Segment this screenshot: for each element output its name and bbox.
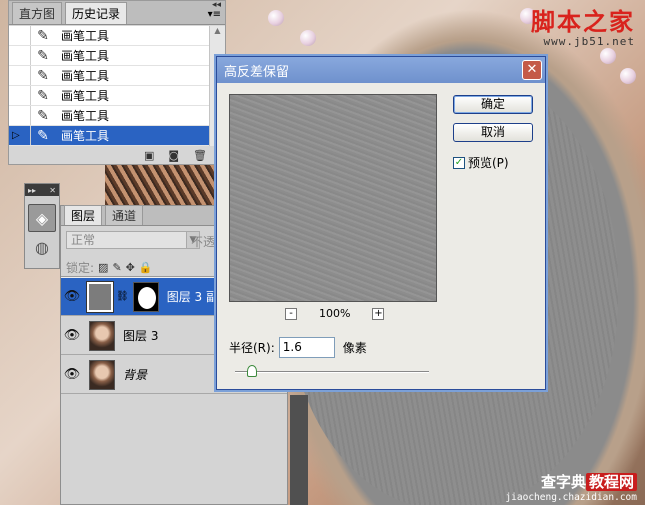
watermark-bottom-url: jiaocheng.chazidian.com [505,492,637,503]
zoom-out-button[interactable]: - [285,307,297,320]
history-item[interactable]: ✎ 画笔工具 [9,26,209,46]
history-list: ✎ 画笔工具 ✎ 画笔工具 ✎ 画笔工具 ✎ 画笔工具 ✎ 画笔工具 ▷ ✎ 画笔工具 [9,26,209,146]
eye-icon[interactable]: 👁 [61,367,83,382]
history-tabs: 直方图 历史记录 ◂◂ ▾≡ [9,0,225,25]
history-item-label: 画笔工具 [61,89,110,103]
opacity-label: 不透 [191,235,216,249]
canvas-shadow [290,395,308,505]
lock-all-icon[interactable]: 🔒 [139,261,153,274]
blend-mode-value: 正常 [71,233,96,247]
dialog-title-bar[interactable]: 高反差保留 ✕ [217,57,545,83]
layer-name: 背景 [123,368,148,382]
close-icon[interactable]: ✕ [49,186,56,195]
history-panel: 直方图 历史记录 ◂◂ ▾≡ ✎ 画笔工具 ✎ 画笔工具 ✎ 画笔工具 ✎ 画笔工具 ✎… [8,0,226,165]
lock-move-icon[interactable]: ✥ [126,261,135,274]
radius-label: 半径(R): [229,341,275,355]
radius-slider[interactable] [235,365,429,377]
history-snapshot-checkbox[interactable] [9,26,31,45]
history-item-selected[interactable]: ▷ ✎ 画笔工具 [9,126,209,146]
snapshot-camera-icon[interactable]: ◙ [168,149,179,162]
history-item[interactable]: ✎ 画笔工具 [9,106,209,126]
trash-icon[interactable]: 🗑 [193,149,207,162]
layer-mask-thumbnail[interactable] [132,281,159,312]
slider-thumb[interactable] [247,365,257,377]
history-snapshot-checkbox[interactable] [9,46,31,65]
preview-checkbox[interactable]: ✓ 预览(P) [453,154,509,171]
radius-input[interactable]: 1.6 [278,337,335,358]
tab-channels[interactable]: 通道 [105,205,144,225]
lock-transparency-icon[interactable]: ▨ [98,261,108,274]
history-snapshot-checkbox[interactable] [9,106,31,125]
history-item-label: 画笔工具 [61,49,110,63]
preview-label: 预览(P) [468,156,509,170]
scroll-up-icon[interactable]: ▲ [210,26,225,40]
history-item-label: 画笔工具 [61,69,110,83]
brush-icon: ✎ [37,47,49,64]
layer-thumbnail[interactable] [86,280,114,313]
new-document-icon[interactable]: ▣ [144,149,154,162]
watermark-title: 脚本之家 [531,7,635,36]
high-pass-dialog: 高反差保留 ✕ - 100% + 确定 取消 ✓ 预览(P) 半径(R): 1.… [216,56,546,390]
tab-history[interactable]: 历史记录 [65,2,128,24]
link-icon[interactable]: ⛓ [116,291,129,302]
filter-preview[interactable] [229,94,437,302]
history-snapshot-checkbox[interactable] [9,86,31,105]
brush-icon: ✎ [37,87,49,104]
history-item[interactable]: ✎ 画笔工具 [9,86,209,106]
pearl-decoration [620,68,636,84]
radius-row: 半径(R): 1.6 像素 [229,337,367,358]
watermark-bottom: 查字典 教程网 jiaocheng.chazidian.com [505,471,637,503]
watermark-top: 脚本之家 www.jb51.net [531,2,635,48]
pearl-decoration [300,30,316,46]
lock-row: 锁定: ▨ ✎ ✥ 🔒 [66,259,153,276]
brush-icon: ✎ [37,127,49,144]
zoom-controls: - 100% + [285,307,385,320]
layers-icon[interactable]: ◈ [28,204,56,232]
checkmark-icon[interactable]: ✓ [453,156,465,169]
history-item-label: 画笔工具 [61,109,110,123]
layer-thumbnail[interactable] [89,359,115,390]
tab-histogram[interactable]: 直方图 [12,2,63,24]
dock-bar[interactable]: ▸▸ ✕ [25,184,59,196]
history-item[interactable]: ✎ 画笔工具 [9,66,209,86]
history-item-label: 画笔工具 [61,129,110,143]
layer-thumbnail[interactable] [89,320,115,351]
lock-paint-icon[interactable]: ✎ [112,261,121,274]
brush-icon: ✎ [37,67,49,84]
history-snapshot-checkbox[interactable] [9,66,31,85]
history-item[interactable]: ✎ 画笔工具 [9,46,209,66]
layer-name: 图层 3 [123,329,159,343]
dialog-title: 高反差保留 [224,64,290,80]
brush-icon: ✎ [37,27,49,44]
watermark-url: www.jb51.net [543,35,635,48]
close-icon[interactable]: ✕ [522,60,542,80]
ok-button[interactable]: 确定 [453,95,533,114]
blend-mode-select[interactable]: 正常 ▼ [66,231,200,249]
lock-label: 锁定: [66,261,95,275]
eye-icon[interactable]: 👁 [61,328,83,343]
history-snapshot-checkbox[interactable]: ▷ [9,126,31,145]
history-state-arrow-icon: ▷ [12,130,20,141]
brush-icon: ✎ [37,107,49,124]
watermark-badge: 教程网 [585,473,637,491]
expand-icon[interactable]: ▸▸ [28,186,36,195]
eye-icon[interactable]: 👁 [61,289,83,304]
panel-dock: ▸▸ ✕ ◈ ◍ [24,183,60,269]
channels-icon[interactable]: ◍ [28,236,56,258]
pearl-decoration [268,10,284,26]
radius-unit: 像素 [342,341,367,355]
cancel-button[interactable]: 取消 [453,123,533,142]
history-footer: ▣ ◙ 🗑 [9,146,225,164]
zoom-in-button[interactable]: + [372,307,385,320]
panel-menu-icon[interactable]: ▾≡ [208,9,221,20]
history-item-label: 画笔工具 [61,29,110,43]
tab-layers[interactable]: 图层 [64,205,103,225]
pearl-decoration [600,48,616,64]
watermark-prefix: 查字典 [540,473,586,491]
zoom-level: 100% [319,307,351,320]
